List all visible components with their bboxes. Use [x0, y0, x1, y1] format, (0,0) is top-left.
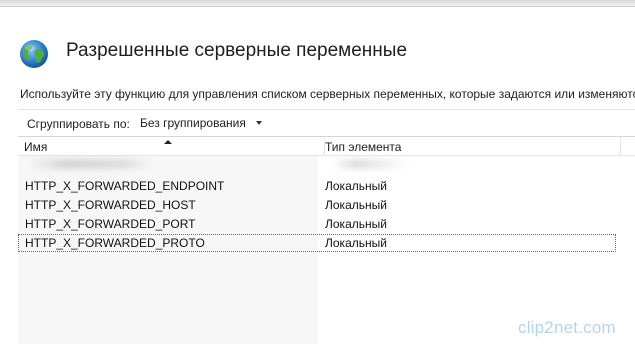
group-by-dropdown[interactable]: Без группирования: [134, 112, 284, 133]
group-by-label: Сгруппировать по:: [27, 117, 130, 131]
row-type: Локальный: [325, 236, 387, 250]
page-title: Разрешенные серверные переменные: [66, 40, 408, 61]
table-row-selected[interactable]: HTTP_X_FORWARDED_PROTO Локальный: [18, 234, 616, 252]
list-header: Имя Тип элемента: [18, 137, 635, 156]
group-by-value: Без группирования: [140, 116, 246, 130]
window-top-border: [0, 0, 635, 7]
table-row[interactable]: HTTP_X_FORWARDED_ENDPOINT Локальный: [18, 177, 616, 195]
column-header-name[interactable]: Имя: [18, 137, 325, 155]
table-row[interactable]: HTTP_X_FORWARDED_PORT Локальный: [18, 215, 616, 233]
row-type: Локальный: [325, 198, 387, 212]
column-header-type-label: Тип элемента: [325, 140, 402, 154]
server-variables-list: Имя Тип элемента HTTP_X_FORWARDED_ENDPOI…: [18, 136, 635, 344]
column-header-type[interactable]: Тип элемента: [319, 137, 621, 155]
column-header-name-label: Имя: [24, 140, 48, 154]
row-name: HTTP_X_FORWARDED_PORT: [25, 217, 196, 231]
toolbar: Сгруппировать по: Без группирования: [18, 109, 635, 136]
page-description: Используйте эту функцию для управления с…: [20, 87, 635, 101]
row-type: Локальный: [325, 179, 387, 193]
sort-ascending-icon: [164, 140, 172, 144]
blurred-row: [28, 159, 408, 169]
row-name: HTTP_X_FORWARDED_ENDPOINT: [25, 179, 225, 193]
table-row[interactable]: HTTP_X_FORWARDED_HOST Локальный: [18, 196, 616, 214]
watermark: clip2net.com: [518, 318, 616, 337]
row-type: Локальный: [325, 217, 387, 231]
globe-icon: [20, 40, 48, 68]
chevron-down-icon: [256, 121, 262, 125]
row-name: HTTP_X_FORWARDED_HOST: [25, 198, 196, 212]
row-name: HTTP_X_FORWARDED_PROTO: [25, 236, 205, 250]
